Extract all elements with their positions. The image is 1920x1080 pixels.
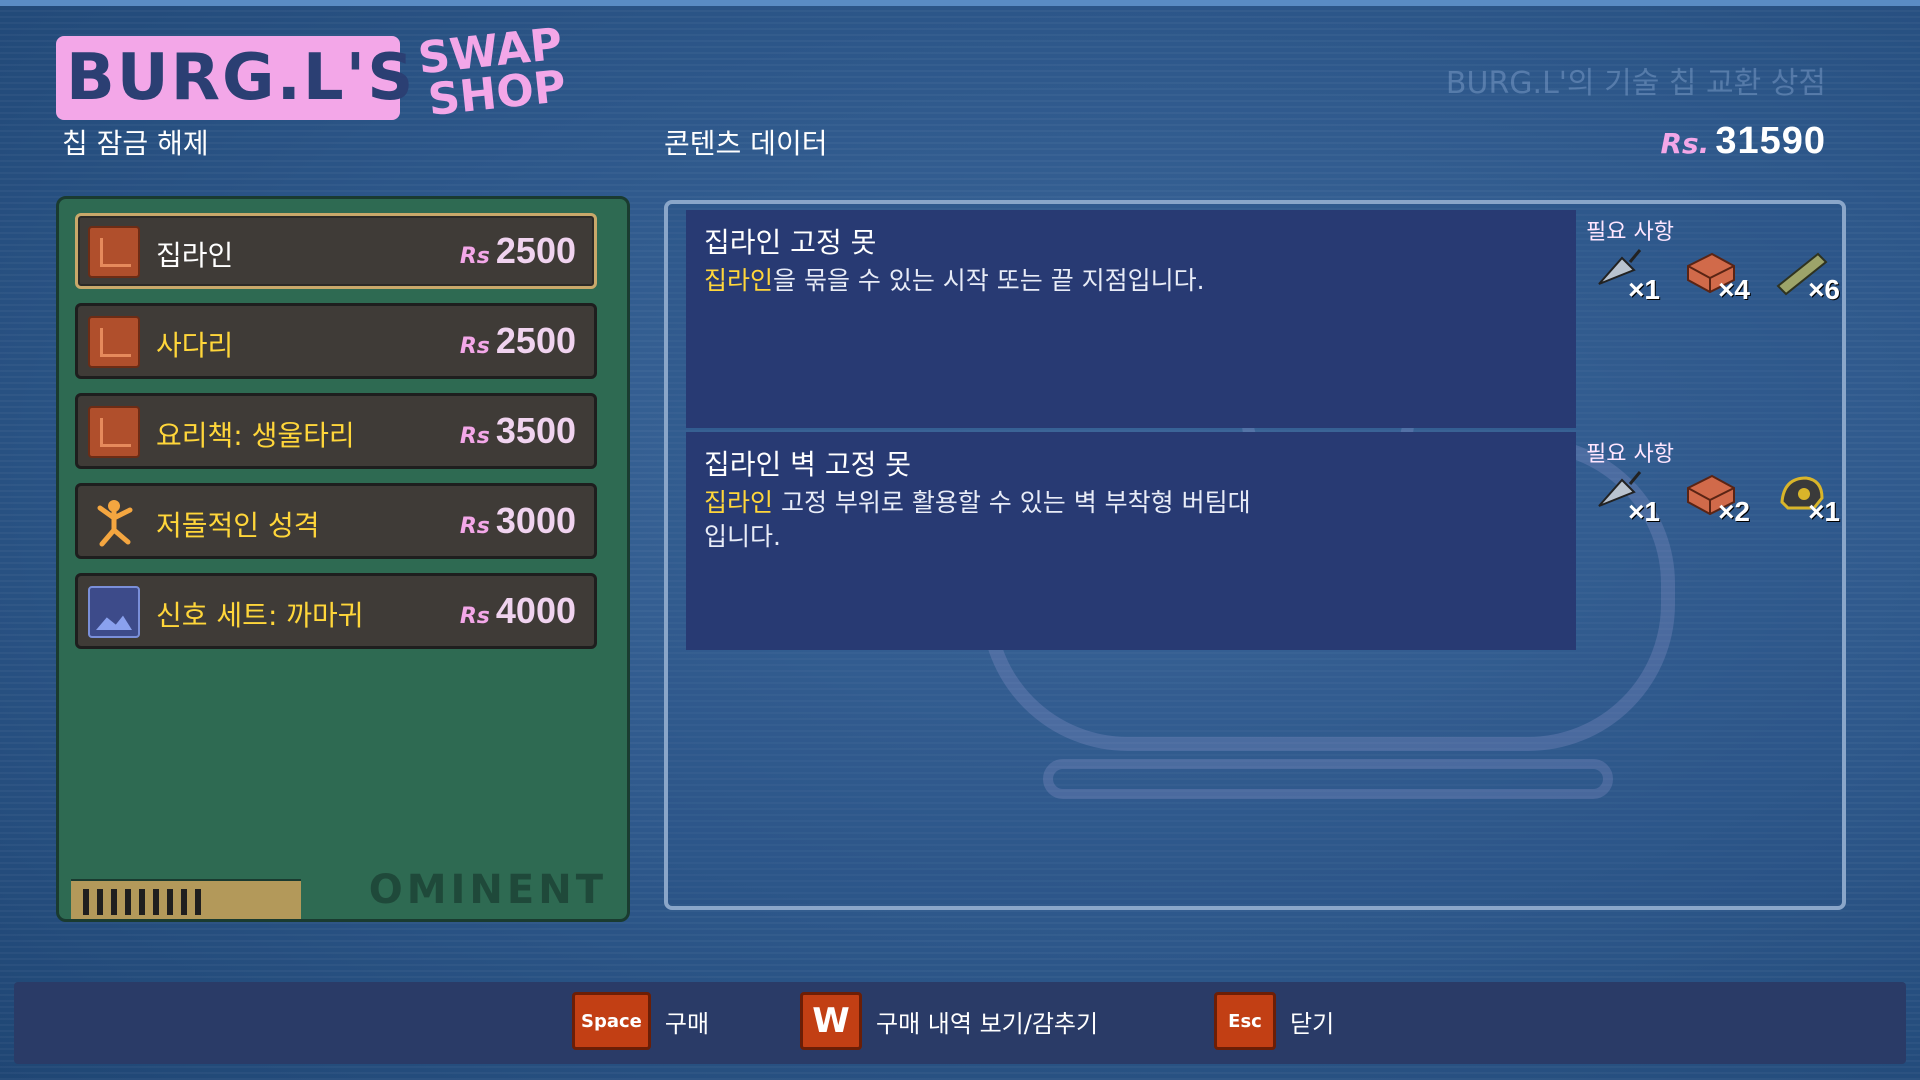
stick-icon: ×6 — [1774, 246, 1840, 306]
action-bar: Space 구매 W 구매 내역 보기/감추기 Esc 닫기 — [14, 982, 1906, 1064]
history-label: 구매 내역 보기/감추기 — [876, 1009, 1099, 1038]
currency-symbol: Rs. — [1660, 127, 1710, 160]
detail-highlight: 집라인 — [704, 266, 774, 295]
chip-item-price: Rs 2500 — [460, 230, 576, 272]
price-symbol: Rs — [459, 604, 490, 629]
price-symbol: Rs — [459, 514, 490, 539]
price-value: 3500 — [495, 410, 576, 451]
furniture-icon — [88, 316, 140, 368]
buy-hint[interactable]: Space 구매 — [572, 992, 709, 1050]
requirement-count: ×1 — [1628, 274, 1660, 305]
price-symbol: Rs — [459, 244, 490, 269]
helmet-icon: ×1 — [1774, 468, 1840, 528]
chip-item-price: Rs 4000 — [460, 590, 576, 632]
content-data-panel: 집라인 고정 못 집라인을 묶을 수 있는 시작 또는 끝 지점입니다. 필요 … — [664, 200, 1846, 910]
furniture-icon — [88, 226, 140, 278]
chip-item[interactable]: 저돌적인 성격 Rs 3000 — [75, 483, 597, 559]
brick-icon: ×2 — [1684, 468, 1750, 528]
person-icon — [88, 496, 140, 548]
chip-item-price: Rs 2500 — [460, 320, 576, 362]
chip-board: 집라인 Rs 2500 사다리 Rs 2500 요리책: 생울타리 Rs 350… — [56, 196, 630, 922]
chip-item-name: 신호 세트: 까마귀 — [156, 599, 364, 632]
price-symbol: Rs — [459, 424, 490, 449]
detail-body: 집라인 고정 부위로 활용할 수 있는 벽 부착형 버팀대입니다. — [704, 486, 1264, 554]
space-key-button[interactable]: Space — [572, 992, 651, 1050]
requirements-label: 필요 사항 — [1586, 442, 1674, 467]
close-label: 닫기 — [1290, 1009, 1335, 1038]
chip-item-name: 사다리 — [156, 329, 234, 362]
requirements-row: ×1 ×2 ×1 — [1594, 468, 1840, 528]
currency-display: Rs. 31590 — [1660, 120, 1826, 163]
chip-item[interactable]: 집라인 Rs 2500 — [75, 213, 597, 289]
chip-item[interactable]: 요리책: 생울타리 Rs 3500 — [75, 393, 597, 469]
price-value: 2500 — [495, 320, 576, 361]
price-symbol: Rs — [459, 334, 490, 359]
esc-key-button[interactable]: Esc — [1214, 992, 1276, 1050]
chip-brand-label: OMINENT — [368, 867, 607, 913]
brick-icon: ×4 — [1684, 246, 1750, 306]
top-border — [0, 0, 1920, 6]
close-hint[interactable]: Esc 닫기 — [1214, 992, 1334, 1050]
requirements-row: ×1 ×4 ×6 — [1594, 246, 1840, 306]
requirement-count: ×2 — [1718, 496, 1750, 527]
detail-card: 집라인 벽 고정 못 집라인 고정 부위로 활용할 수 있는 벽 부착형 버팀대… — [686, 432, 1576, 650]
requirements-label: 필요 사항 — [1586, 220, 1674, 245]
requirement-count: ×4 — [1718, 274, 1750, 305]
detail-title: 집라인 벽 고정 못 — [704, 448, 912, 481]
requirement-count: ×6 — [1808, 274, 1840, 305]
detail-text: 고정 부위로 활용할 수 있는 벽 부착형 버팀대입니다. — [704, 488, 1251, 551]
detail-card: 집라인 고정 못 집라인을 묶을 수 있는 시작 또는 끝 지점입니다. — [686, 210, 1576, 428]
detail-title: 집라인 고정 못 — [704, 226, 877, 259]
chip-item-name: 저돌적인 성격 — [156, 509, 320, 542]
requirement-count: ×1 — [1808, 496, 1840, 527]
detail-body: 집라인을 묶을 수 있는 시작 또는 끝 지점입니다. — [704, 264, 1264, 298]
detail-text: 을 묶을 수 있는 시작 또는 끝 지점입니다. — [773, 266, 1205, 295]
price-value: 3000 — [495, 500, 576, 541]
price-value: 2500 — [495, 230, 576, 271]
history-hint[interactable]: W 구매 내역 보기/감추기 — [800, 992, 1098, 1050]
logo-text: BURG.L'S — [66, 41, 416, 115]
price-value: 4000 — [495, 590, 576, 631]
chip-item[interactable]: 사다리 Rs 2500 — [75, 303, 597, 379]
chip-connector-teeth — [83, 889, 203, 915]
furniture-icon — [88, 406, 140, 458]
drill-icon: ×1 — [1594, 468, 1660, 528]
content-data-label: 콘텐츠 데이터 — [664, 127, 828, 160]
currency-amount: 31590 — [1715, 120, 1826, 162]
w-key-button[interactable]: W — [800, 992, 862, 1050]
detail-highlight: 집라인 — [704, 488, 774, 517]
burgl-logo: BURG.L'S — [56, 36, 413, 120]
chip-item-price: Rs 3000 — [460, 500, 576, 542]
chip-item-price: Rs 3500 — [460, 410, 576, 452]
logo-shop-text: SHOP — [425, 60, 569, 127]
chip-item-name: 집라인 — [156, 239, 234, 272]
shop-title: BURG.L'의 기술 칩 교환 상점 — [1445, 66, 1826, 101]
image-icon — [88, 586, 140, 638]
chip-item-name: 요리책: 생울타리 — [156, 419, 355, 452]
chip-connector — [71, 879, 301, 919]
chip-unlock-label: 칩 잠금 해제 — [62, 127, 209, 160]
requirement-count: ×1 — [1628, 496, 1660, 527]
drill-icon: ×1 — [1594, 246, 1660, 306]
buy-label: 구매 — [664, 1009, 710, 1038]
chip-item[interactable]: 신호 세트: 까마귀 Rs 4000 — [75, 573, 597, 649]
